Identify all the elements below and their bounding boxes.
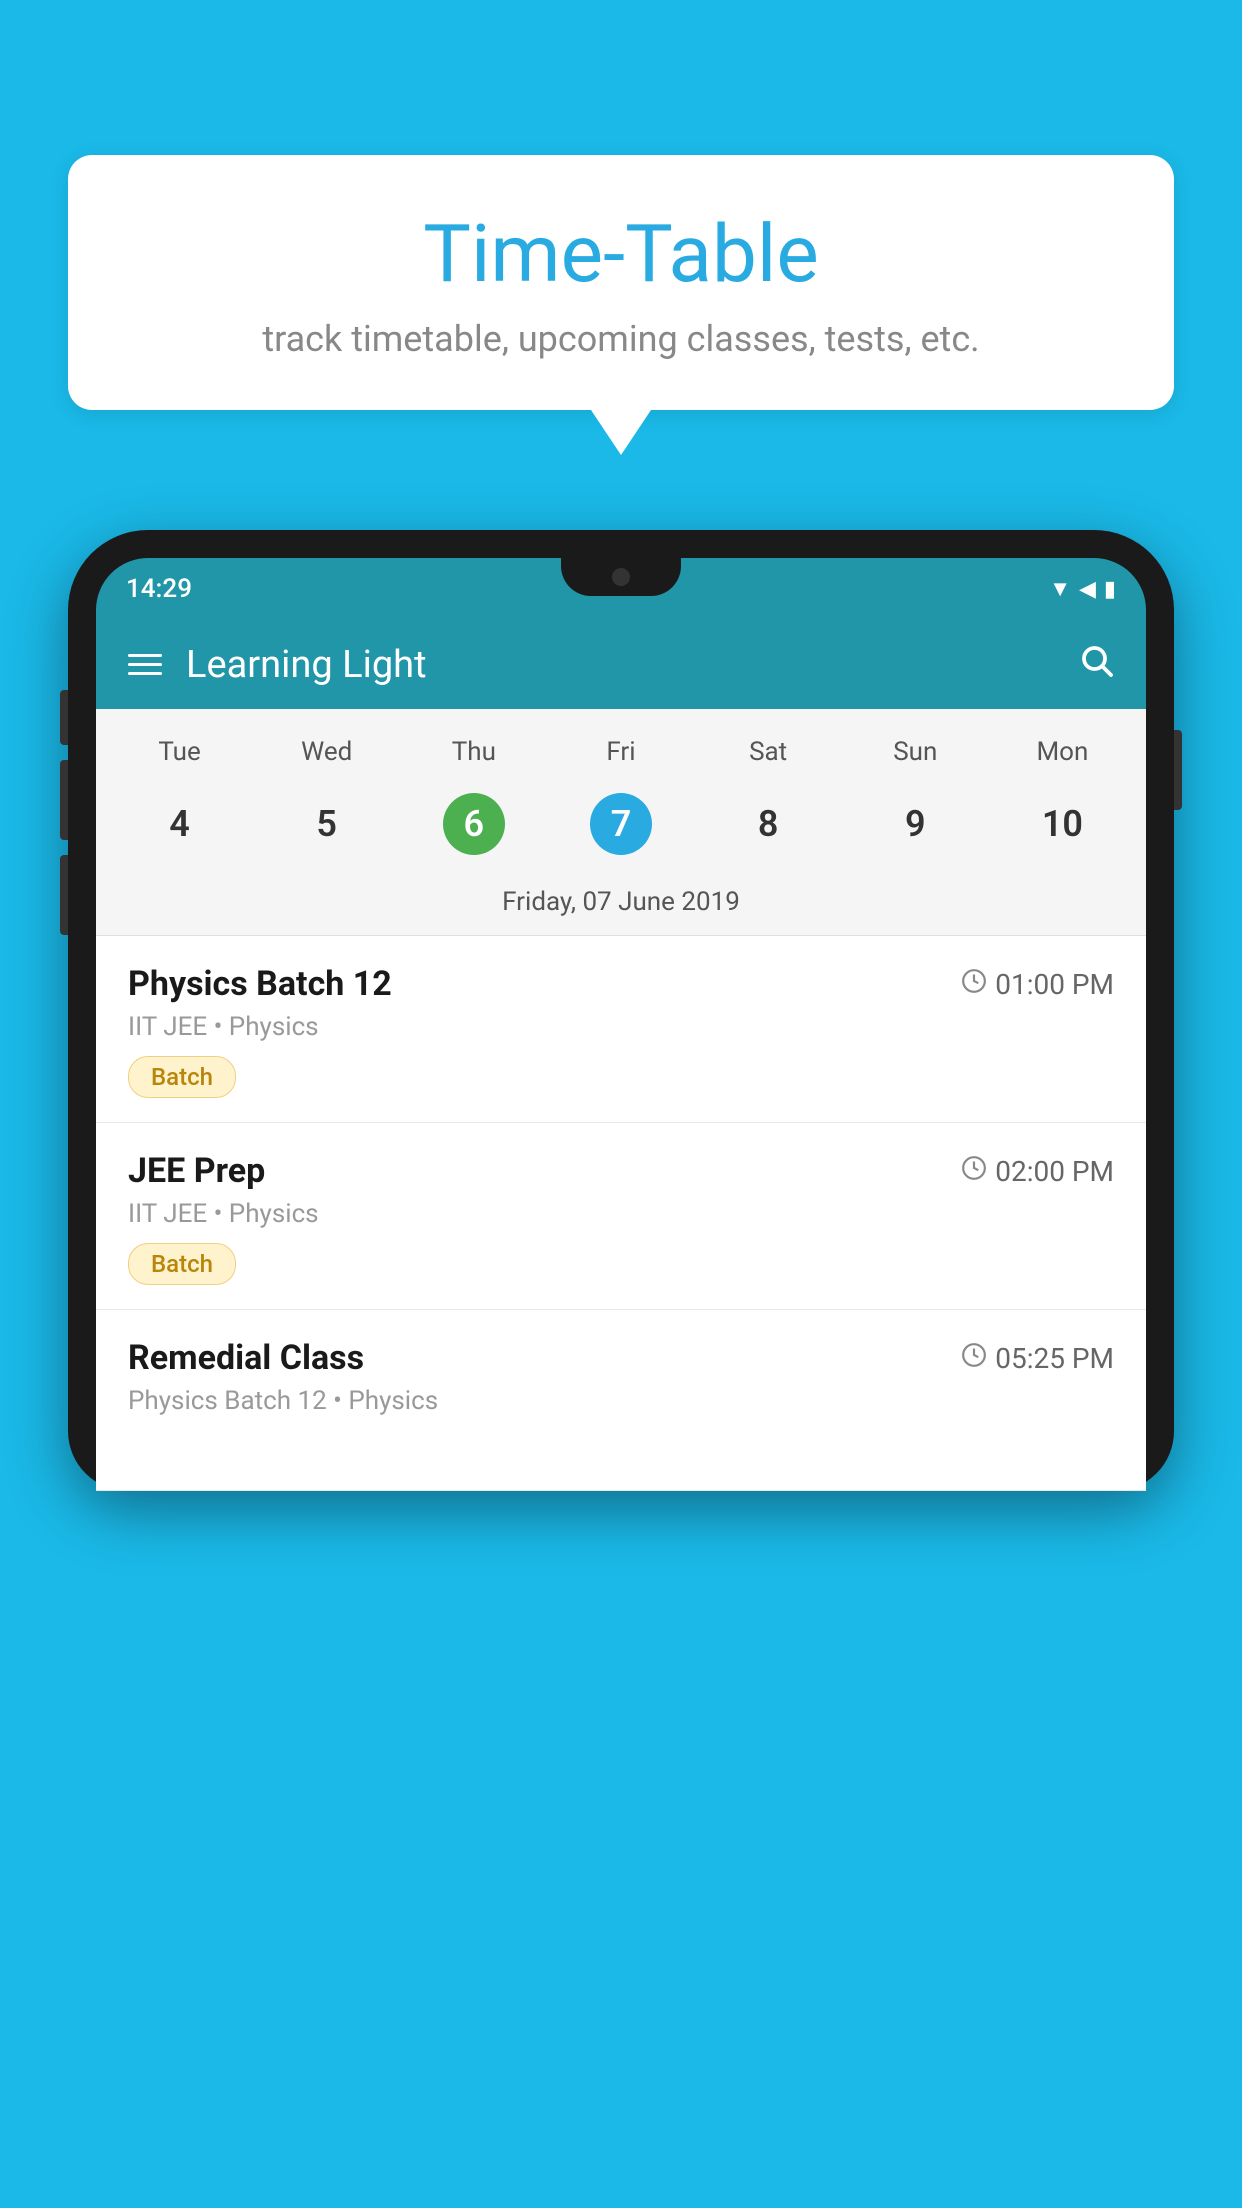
day-10[interactable]: 10 (989, 783, 1136, 865)
hamburger-line-2 (128, 663, 162, 666)
battery-icon: ▮ (1104, 577, 1116, 602)
phone-container: 14:29 ▼ ◀ ▮ Learning Light (68, 530, 1174, 2208)
bubble-title: Time-Table (108, 210, 1134, 298)
speech-bubble: Time-Table track timetable, upcoming cla… (68, 155, 1174, 410)
schedule-time-3: 05:25 PM (961, 1342, 1114, 1375)
day-4[interactable]: 4 (106, 783, 253, 865)
day-6-today[interactable]: 6 (400, 783, 547, 865)
day-headers: Tue Wed Thu Fri Sat Sun Mon (96, 729, 1146, 775)
time-text-3: 05:25 PM (995, 1342, 1114, 1375)
schedule-name-2: JEE Prep (128, 1151, 265, 1191)
day-7-selected[interactable]: 7 (547, 783, 694, 865)
schedule-item-2[interactable]: JEE Prep 02:00 PM IIT JEE • Physics (96, 1123, 1146, 1310)
schedule-item-1[interactable]: Physics Batch 12 01:00 PM IIT JEE • P (96, 936, 1146, 1123)
day-numbers: 4 5 6 7 8 9 (96, 783, 1146, 865)
day-header-thu: Thu (400, 729, 547, 775)
schedule-list: Physics Batch 12 01:00 PM IIT JEE • P (96, 936, 1146, 1491)
app-title: Learning Light (186, 643, 427, 687)
day-5[interactable]: 5 (253, 783, 400, 865)
schedule-item-1-top: Physics Batch 12 01:00 PM (128, 964, 1114, 1004)
header-left: Learning Light (128, 643, 427, 687)
batch-badge-2: Batch (128, 1243, 236, 1285)
volume-down-button (60, 855, 68, 935)
clock-icon-2 (961, 1155, 987, 1188)
day-9[interactable]: 9 (842, 783, 989, 865)
schedule-tags-2: IIT JEE • Physics (128, 1199, 1114, 1229)
phone-screen: Learning Light Tue Wed Thu Fri Sat (96, 620, 1146, 1491)
signal-icon: ◀ (1079, 577, 1096, 602)
schedule-time-2: 02:00 PM (961, 1155, 1114, 1188)
notch (561, 558, 681, 596)
status-time: 14:29 (126, 574, 192, 604)
bubble-subtitle: track timetable, upcoming classes, tests… (108, 318, 1134, 360)
status-icons: ▼ ◀ ▮ (1049, 576, 1116, 602)
schedule-item-3-top: Remedial Class 05:25 PM (128, 1338, 1114, 1378)
batch-badge-1: Batch (128, 1056, 236, 1098)
camera-dot (612, 568, 630, 586)
hamburger-line-1 (128, 654, 162, 657)
wifi-icon: ▼ (1049, 576, 1071, 602)
day-8[interactable]: 8 (695, 783, 842, 865)
day-header-tue: Tue (106, 729, 253, 775)
app-header: Learning Light (96, 620, 1146, 709)
day-header-fri: Fri (547, 729, 694, 775)
clock-icon-3 (961, 1342, 987, 1375)
volume-up-button (60, 760, 68, 840)
silent-button (60, 690, 68, 745)
time-text-1: 01:00 PM (995, 968, 1114, 1001)
clock-icon-1 (961, 968, 987, 1001)
schedule-item-2-top: JEE Prep 02:00 PM (128, 1151, 1114, 1191)
status-bar: 14:29 ▼ ◀ ▮ (96, 558, 1146, 620)
day-header-mon: Mon (989, 729, 1136, 775)
calendar-section: Tue Wed Thu Fri Sat Sun Mon 4 5 (96, 709, 1146, 936)
day-header-sat: Sat (695, 729, 842, 775)
schedule-tags-3: Physics Batch 12 • Physics (128, 1386, 1114, 1416)
day-header-wed: Wed (253, 729, 400, 775)
schedule-name-3: Remedial Class (128, 1338, 364, 1378)
day-header-sun: Sun (842, 729, 989, 775)
search-button[interactable] (1078, 642, 1114, 687)
phone-frame: 14:29 ▼ ◀ ▮ Learning Light (68, 530, 1174, 1491)
menu-button[interactable] (128, 654, 162, 675)
schedule-tags-1: IIT JEE • Physics (128, 1012, 1114, 1042)
speech-bubble-container: Time-Table track timetable, upcoming cla… (68, 155, 1174, 410)
hamburger-line-3 (128, 672, 162, 675)
power-button (1174, 730, 1182, 810)
schedule-item-3[interactable]: Remedial Class 05:25 PM Physics Batch (96, 1310, 1146, 1491)
schedule-time-1: 01:00 PM (961, 968, 1114, 1001)
selected-date-label: Friday, 07 June 2019 (96, 877, 1146, 936)
time-text-2: 02:00 PM (995, 1155, 1114, 1188)
schedule-name-1: Physics Batch 12 (128, 964, 392, 1004)
